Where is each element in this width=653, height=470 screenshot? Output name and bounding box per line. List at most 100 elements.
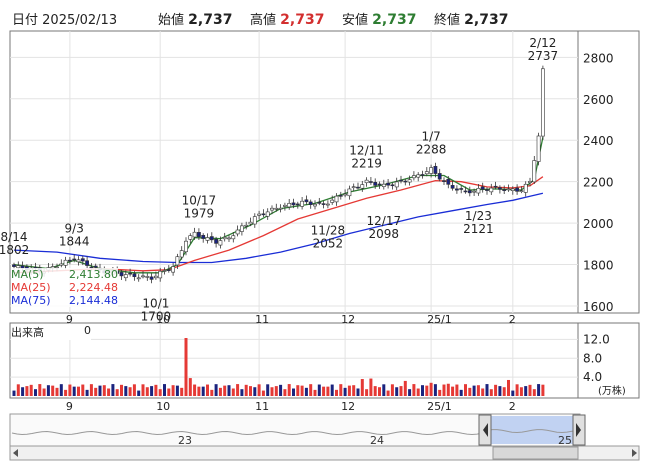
volume-bar (446, 383, 450, 396)
ma-legend: MA(5) 2,413.80 MA(25) 2,224.48 MA(75) 2,… (11, 268, 118, 307)
volume-bar (313, 389, 317, 396)
candle-body (515, 187, 520, 192)
volume-bar (257, 384, 261, 396)
volume-bar (115, 389, 119, 396)
candle-body (197, 232, 201, 238)
volume-bar (322, 386, 326, 396)
volume-bar (64, 389, 68, 396)
x-tick-label: 2 (509, 313, 516, 326)
volume-bar (51, 385, 55, 396)
annotation-value: 2121 (463, 222, 494, 236)
candle-body (317, 202, 322, 204)
volume-bar (184, 338, 188, 396)
x-tick-label: 10 (156, 400, 170, 413)
candle-body (411, 175, 416, 179)
annotation-value: 2219 (351, 157, 382, 171)
volume-value: 0 (84, 324, 91, 337)
x-tick-label: 25/1 (427, 400, 452, 413)
volume-bar (412, 384, 416, 396)
volume-bar (304, 387, 308, 396)
volume-bar (270, 387, 274, 396)
volume-title: 出来高 (11, 326, 44, 339)
candle-body (356, 186, 360, 189)
candle-body (454, 188, 459, 191)
candle-body (261, 213, 266, 216)
candle-body (368, 181, 373, 183)
candle-body (308, 201, 313, 205)
candle-body (270, 207, 274, 211)
volume-bar (326, 386, 330, 396)
volume-bar (223, 385, 227, 396)
volume-bar (390, 384, 394, 396)
volume-tick-label: 4.0 (583, 370, 602, 384)
candle-body (227, 237, 231, 240)
volume-bar (433, 384, 437, 396)
navigator-label: 24 (370, 434, 384, 447)
candle-body (399, 179, 403, 182)
candle-body (278, 207, 283, 210)
candle-body (274, 207, 279, 210)
x-tick-label: 11 (255, 400, 269, 413)
candle-body (154, 275, 158, 279)
volume-bar (494, 384, 498, 396)
volume-bar (537, 384, 541, 396)
volume-bar (29, 384, 33, 396)
annotation-value: 1802 (0, 243, 29, 257)
candle-body (510, 188, 515, 191)
ma25-value: 2,224.48 (69, 281, 118, 294)
candle-body (506, 188, 511, 191)
candle-body (304, 199, 309, 203)
candle-body (472, 190, 477, 193)
candle-body (179, 250, 184, 258)
candle-body (72, 258, 77, 261)
volume-unit-label: (万株) (598, 384, 626, 397)
candle-body (528, 181, 532, 183)
candle-body (205, 237, 210, 241)
volume-bar (72, 386, 76, 396)
volume-bar (292, 388, 295, 396)
candle-body (390, 184, 395, 187)
volume-bar (38, 384, 42, 396)
volume-bar (459, 389, 463, 396)
volume-bar (12, 390, 16, 396)
volume-bar (98, 385, 102, 396)
candle-body (330, 199, 335, 203)
candle-body (209, 236, 214, 241)
volume-bar (378, 387, 381, 396)
candle-body (76, 259, 81, 263)
candle-body (145, 276, 150, 278)
candle-body (446, 178, 451, 185)
volume-bar (416, 388, 420, 396)
volume-bar (266, 384, 270, 396)
volume-bar (42, 388, 46, 396)
candle-body (489, 187, 494, 193)
volume-bar (249, 386, 252, 396)
volume-bar (227, 385, 231, 396)
candle-body (334, 195, 339, 203)
candle-body (222, 237, 227, 240)
volume-bar (231, 388, 235, 396)
candle-body (321, 203, 326, 205)
navigator-label: 23 (178, 434, 192, 447)
volume-bar (519, 387, 523, 396)
candle-body (171, 266, 176, 273)
volume-bar (244, 384, 248, 396)
annotation-date: 9/3 (65, 221, 84, 235)
navigator-scroll-thumb[interactable] (492, 446, 579, 460)
volume-bar (206, 384, 209, 396)
candle-body (235, 229, 240, 235)
candle-body (523, 183, 528, 193)
volume-bar (236, 384, 240, 396)
volume-bar (489, 389, 493, 396)
candle-body (68, 259, 72, 262)
chart-frame: 日付 2025/02/13 始値 2,737 高値 2,737 安値 2,737… (0, 0, 653, 470)
annotation-value: 2098 (369, 227, 400, 241)
volume-bar (218, 387, 222, 396)
volume-bar (25, 386, 29, 396)
x-tick-label: 25/1 (427, 313, 452, 326)
volume-bar (163, 384, 166, 396)
candle-body (63, 259, 68, 266)
volume-bar (300, 385, 304, 396)
price-tick-label: 2600 (583, 93, 614, 107)
price-tick-label: 2800 (583, 51, 614, 65)
